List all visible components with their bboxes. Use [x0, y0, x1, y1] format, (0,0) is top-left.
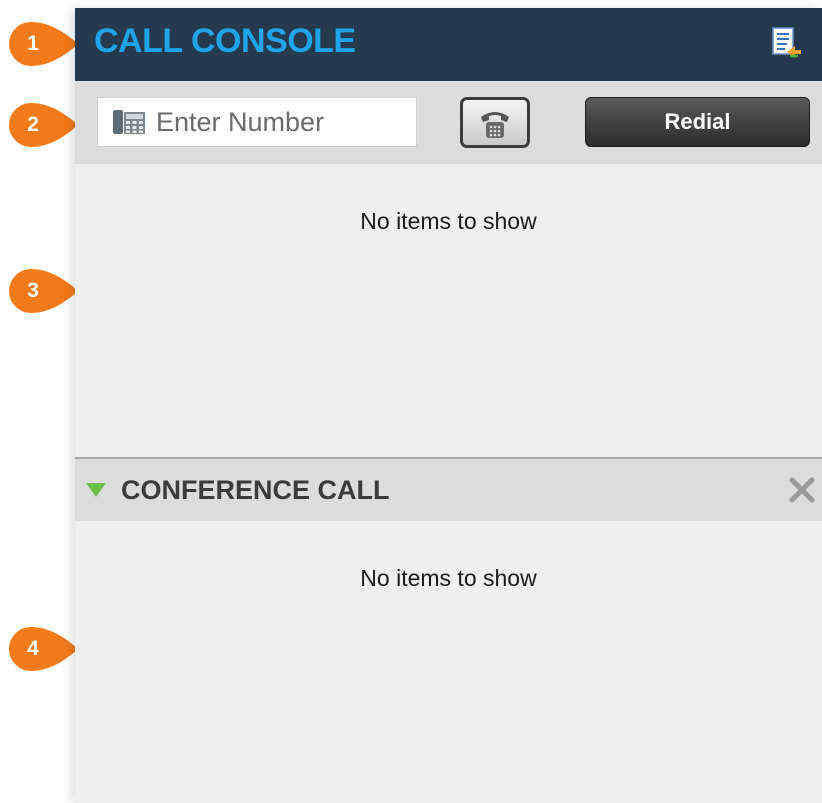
- close-icon[interactable]: [787, 475, 817, 505]
- conference-empty-message: No items to show: [360, 565, 537, 591]
- callout-number: 1: [27, 32, 39, 55]
- call-console-panel: CALL CONSOLE Enter Number Redial No item…: [75, 8, 822, 803]
- console-header: CALL CONSOLE: [75, 8, 822, 81]
- phone-handset-icon: [481, 112, 509, 138]
- callout-marker-1: 1: [8, 21, 80, 67]
- number-input[interactable]: [156, 104, 406, 140]
- call-log-icon[interactable]: [770, 26, 804, 62]
- calls-empty-message: No items to show: [360, 208, 537, 234]
- redial-button[interactable]: Redial: [585, 97, 810, 147]
- conference-call-header: CONFERENCE CALL: [75, 457, 822, 521]
- callout-number: 3: [27, 279, 39, 302]
- dialer-toolbar: Redial: [75, 81, 822, 164]
- callout-marker-3: 3: [8, 268, 80, 314]
- callout-number: 2: [27, 113, 39, 136]
- desk-phone-icon: [112, 108, 146, 136]
- console-title: CALL CONSOLE: [94, 22, 356, 60]
- page: 1 2 3 4 CALL CONSOLE Enter Number Redial…: [0, 0, 822, 803]
- callout-number: 4: [27, 637, 39, 660]
- triangle-down-icon[interactable]: [85, 481, 107, 499]
- callout-marker-2: 2: [8, 102, 80, 148]
- callout-marker-4: 4: [8, 626, 80, 672]
- calls-list: No items to show: [75, 164, 822, 457]
- conference-call-list: No items to show: [75, 521, 822, 803]
- number-field[interactable]: [97, 97, 417, 147]
- conference-call-title: CONFERENCE CALL: [121, 475, 390, 505]
- dial-button[interactable]: [460, 97, 530, 148]
